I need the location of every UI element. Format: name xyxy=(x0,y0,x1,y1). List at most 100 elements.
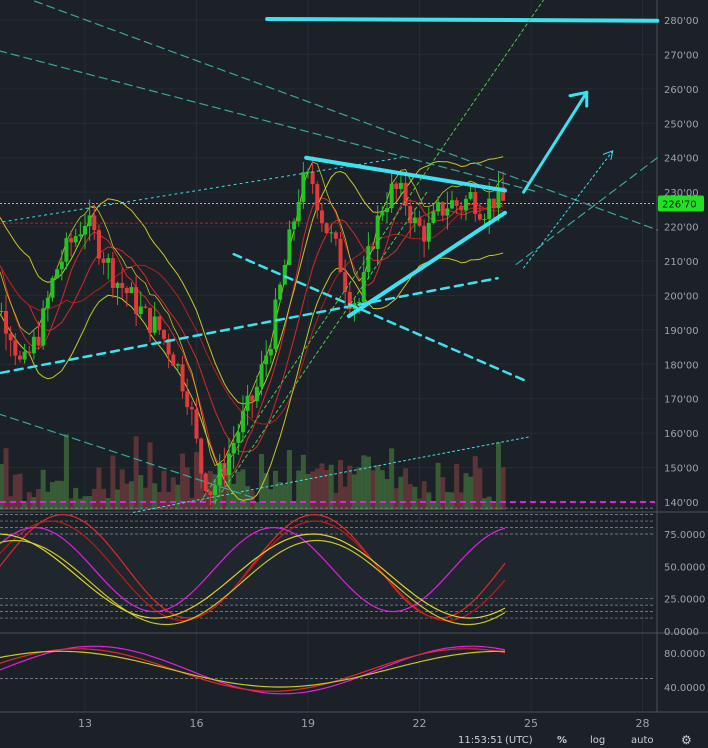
candle-body xyxy=(440,202,445,216)
candle-body xyxy=(491,198,496,209)
price-tick-label: 210'00 xyxy=(664,257,699,268)
candle-body xyxy=(87,215,92,227)
candle-body xyxy=(412,217,417,224)
oscillator-tick-label: 50.0000 xyxy=(664,562,705,573)
volume-bar xyxy=(282,484,288,510)
clock-time: 11:53:51 xyxy=(458,735,503,746)
candle-body xyxy=(273,299,278,350)
candle-body xyxy=(287,229,292,265)
volume-bar xyxy=(342,486,348,510)
time-tick-label: 25 xyxy=(524,717,538,730)
dashed-trend-line xyxy=(0,276,499,375)
volume-bar xyxy=(73,487,79,510)
candle-body xyxy=(417,217,422,226)
candle-body xyxy=(278,284,283,300)
chart-canvas[interactable]: 280'00270'00260'00250'00240'00230'00220'… xyxy=(0,0,708,748)
volume-bar xyxy=(356,467,362,510)
candle-body xyxy=(59,261,64,270)
candles xyxy=(0,156,506,506)
volume-bar xyxy=(421,481,427,510)
oscillator-tick-label: 0.0000 xyxy=(664,627,699,638)
candle-body xyxy=(45,297,50,309)
volume-bar xyxy=(351,474,357,510)
volume-bar xyxy=(184,467,190,510)
volume-bar xyxy=(3,448,9,510)
candle-body xyxy=(161,330,166,339)
candle-body xyxy=(124,288,129,294)
oscillator-tick-label: 75.0000 xyxy=(664,530,705,541)
candle-body xyxy=(482,218,487,220)
log-button[interactable]: log xyxy=(590,735,605,746)
projection-arrow xyxy=(522,90,589,194)
candle-body xyxy=(203,473,208,492)
candle-body xyxy=(120,283,125,289)
volume-bar xyxy=(398,476,404,510)
percent-button[interactable]: % xyxy=(557,735,567,746)
volume-bar xyxy=(91,488,97,510)
candle-body xyxy=(477,213,482,220)
channel-line xyxy=(29,0,658,231)
volume-bar xyxy=(96,467,102,510)
candle-body xyxy=(268,349,273,356)
candle-body xyxy=(213,485,218,496)
candle-body xyxy=(454,200,459,206)
rsi-line xyxy=(0,650,505,688)
candle-body xyxy=(55,269,60,279)
dotted-trend-line xyxy=(214,191,428,503)
candle-body xyxy=(259,364,264,387)
price-tick-label: 240'00 xyxy=(664,154,699,165)
volume-bar xyxy=(147,442,153,510)
candle-body xyxy=(301,172,306,203)
candle-body xyxy=(282,264,287,285)
candle-body xyxy=(13,340,18,356)
time-tick-label: 28 xyxy=(636,717,650,730)
volume-bar xyxy=(379,470,385,510)
volume-bar xyxy=(412,486,418,510)
volume-bar xyxy=(175,484,181,510)
candle-body xyxy=(310,171,315,185)
gear-icon[interactable]: ⚙ xyxy=(681,733,692,747)
volume-bar xyxy=(319,463,325,510)
volume-bar xyxy=(500,467,506,510)
candle-body xyxy=(231,442,236,454)
rsi-line xyxy=(0,645,506,695)
candle-body xyxy=(41,308,46,346)
volume-bar xyxy=(231,483,237,510)
volume-bar xyxy=(277,482,283,510)
auto-button[interactable]: auto xyxy=(631,735,654,746)
volume-bar xyxy=(477,468,483,510)
volume-bar xyxy=(54,480,60,510)
candle-body xyxy=(445,208,450,216)
volume-bar xyxy=(63,434,69,510)
oscillator-tick-label: 25.0000 xyxy=(664,595,705,606)
candle-body xyxy=(69,238,74,243)
volume-bar xyxy=(245,486,251,510)
candle-body xyxy=(250,395,255,402)
candle-body xyxy=(208,491,213,496)
candle-body xyxy=(245,395,250,412)
candle-body xyxy=(292,221,297,230)
volume-bar xyxy=(310,471,316,510)
time-tick-label: 16 xyxy=(190,717,204,730)
price-tick-label: 250'00 xyxy=(664,119,699,130)
candle-body xyxy=(338,238,343,273)
candle-body xyxy=(8,333,13,341)
bollinger-lower xyxy=(0,252,504,501)
candle-body xyxy=(398,182,403,189)
timezone-label[interactable]: (UTC) xyxy=(505,735,533,746)
candle-body xyxy=(463,198,468,211)
candle-body xyxy=(380,212,385,216)
volume-bar xyxy=(389,448,395,510)
candle-body xyxy=(64,238,69,262)
candle-body xyxy=(31,336,36,354)
candle-body xyxy=(240,411,245,433)
candle-body xyxy=(227,453,232,476)
last-price-label: 226'70 xyxy=(662,200,697,211)
candle-body xyxy=(343,272,348,292)
volume-bar xyxy=(347,465,353,510)
candle-body xyxy=(384,208,389,213)
price-tick-label: 260'00 xyxy=(664,85,699,96)
time-tick-label: 13 xyxy=(78,717,92,730)
candle-body xyxy=(315,184,320,211)
candle-body xyxy=(426,223,431,242)
